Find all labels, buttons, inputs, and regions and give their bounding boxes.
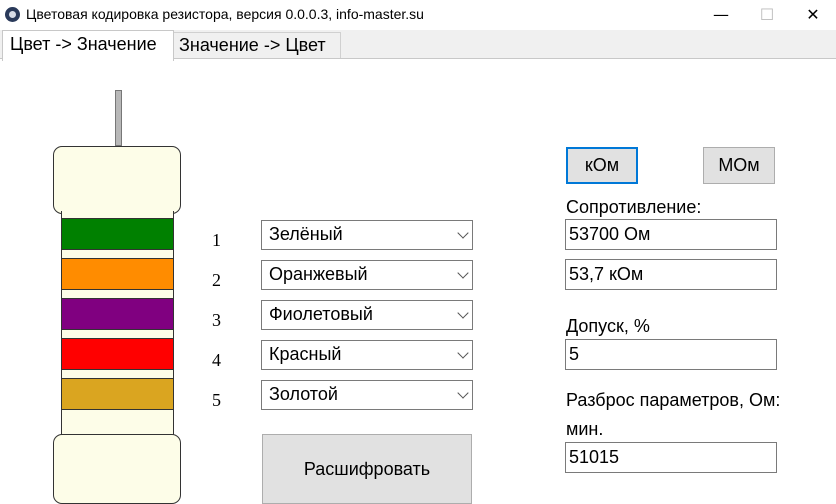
- chevron-down-icon: [457, 267, 469, 279]
- band-2-color-select[interactable]: Оранжевый: [261, 260, 473, 290]
- chevron-down-icon: [457, 227, 469, 239]
- band-number-3: 3: [212, 310, 221, 330]
- band-number-1: 1: [212, 230, 221, 250]
- kohm-button[interactable]: кОм: [566, 147, 638, 184]
- spread-min-field[interactable]: 51015: [565, 442, 777, 473]
- resistance-label: Сопротивление:: [566, 197, 702, 217]
- resistor-band-5: [61, 378, 174, 410]
- resistance-scaled-field[interactable]: 53,7 кОм: [565, 259, 777, 290]
- resistor-lead: [115, 90, 122, 146]
- band-1-color-select[interactable]: Зелёный: [261, 220, 473, 250]
- resistance-ohms-field[interactable]: 53700 Ом: [565, 219, 777, 250]
- resistor-cap-top: [53, 146, 181, 214]
- spread-min-label: мин.: [566, 419, 604, 439]
- chevron-down-icon: [457, 387, 469, 399]
- mohm-button[interactable]: МОм: [703, 147, 775, 184]
- resistor-band-4: [61, 338, 174, 370]
- app-icon: [5, 7, 20, 22]
- band-3-color-select[interactable]: Фиолетовый: [261, 300, 473, 330]
- select-value: Фиолетовый: [269, 304, 373, 324]
- tab-value-to-color[interactable]: Значение -> Цвет: [173, 32, 341, 58]
- tab-color-to-value[interactable]: Цвет -> Значение: [2, 30, 174, 61]
- field-value: 5: [569, 344, 580, 364]
- field-value: 53700 Ом: [569, 224, 651, 244]
- resistor-band-1: [61, 218, 174, 250]
- maximize-button[interactable]: ☐: [744, 0, 790, 30]
- decode-button[interactable]: Расшифровать: [262, 434, 472, 504]
- spread-label: Разброс параметров, Ом:: [566, 390, 781, 410]
- band-number-5: 5: [212, 390, 221, 410]
- band-number-2: 2: [212, 270, 221, 290]
- select-value: Красный: [269, 344, 342, 364]
- band-number-4: 4: [212, 350, 221, 370]
- select-value: Золотой: [269, 384, 338, 404]
- title-bar: Цветовая кодировка резистора, версия 0.0…: [0, 0, 836, 30]
- close-button[interactable]: ✕: [790, 0, 836, 30]
- resistor-cap-bottom: [53, 434, 181, 504]
- field-value: 53,7 кОм: [569, 264, 644, 284]
- select-value: Зелёный: [269, 224, 343, 244]
- window-title: Цветовая кодировка резистора, версия 0.0…: [26, 6, 424, 22]
- tab-label: Цвет -> Значение: [10, 34, 157, 54]
- tab-label: Значение -> Цвет: [179, 35, 326, 55]
- resistor-band-3: [61, 298, 174, 330]
- tolerance-label: Допуск, %: [566, 316, 650, 336]
- select-value: Оранжевый: [269, 264, 368, 284]
- band-5-color-select[interactable]: Золотой: [261, 380, 473, 410]
- tolerance-field[interactable]: 5: [565, 339, 777, 370]
- chevron-down-icon: [457, 347, 469, 359]
- resistor-band-2: [61, 258, 174, 290]
- field-value: 51015: [569, 447, 620, 467]
- decode-button-label: Расшифровать: [303, 459, 431, 479]
- chevron-down-icon: [457, 307, 469, 319]
- minimize-button[interactable]: —: [698, 0, 744, 30]
- band-4-color-select[interactable]: Красный: [261, 340, 473, 370]
